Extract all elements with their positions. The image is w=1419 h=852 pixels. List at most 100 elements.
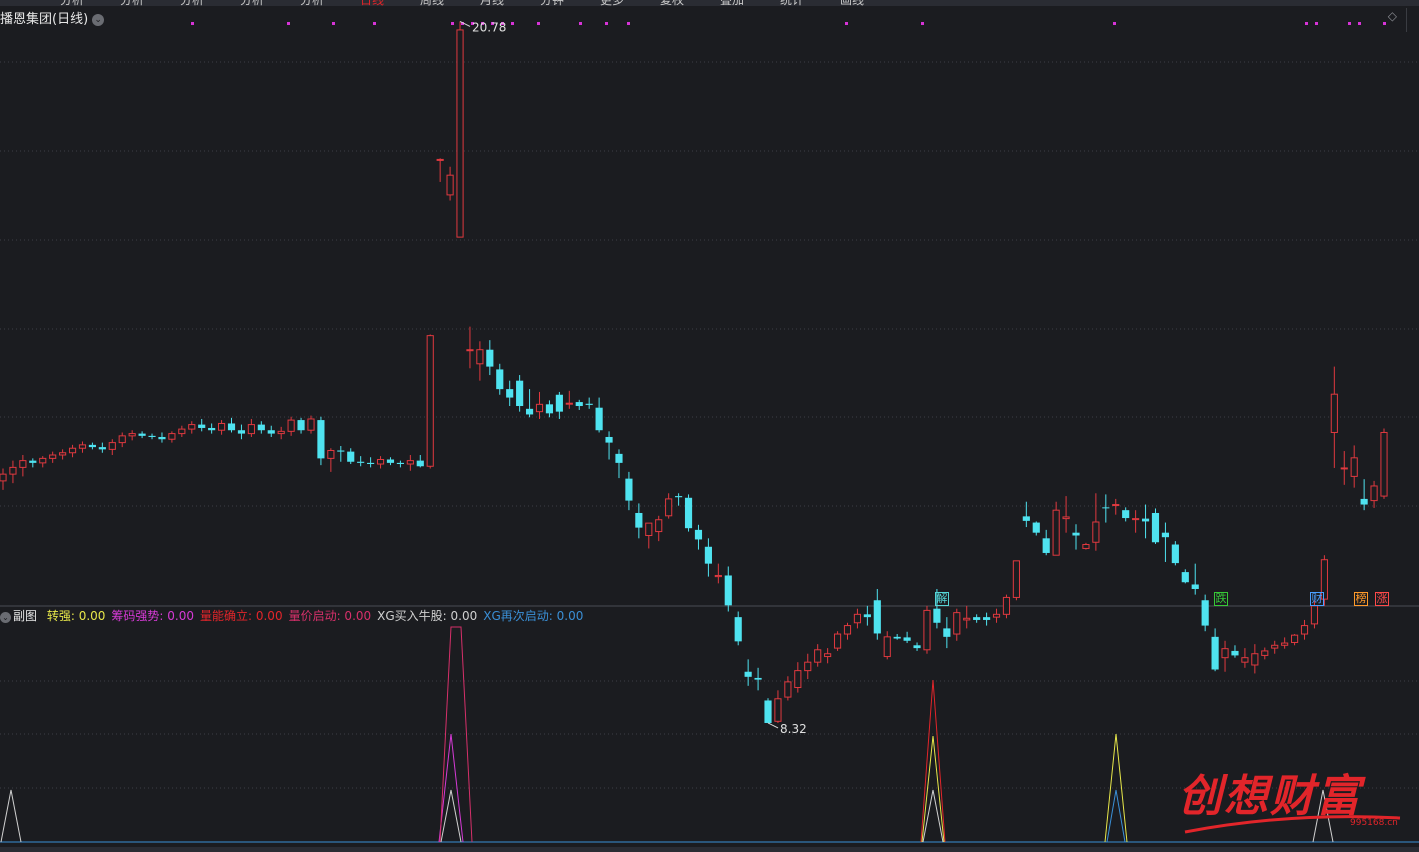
candle-body: [1310, 605, 1319, 625]
candle-body: [59, 452, 67, 456]
event-marker[interactable]: 解: [935, 592, 949, 606]
candle-body: [396, 462, 404, 465]
signal-dot: [627, 22, 630, 25]
event-marker[interactable]: 榜: [1354, 592, 1368, 606]
watermark-url: 995168.cn: [1350, 818, 1398, 828]
candle-body: [227, 423, 236, 431]
candle-body: [118, 435, 126, 444]
candle-body: [1271, 644, 1279, 649]
candle-body: [406, 460, 414, 465]
candle-body: [1281, 642, 1289, 646]
event-marker[interactable]: 涨: [1375, 592, 1389, 606]
indicator-legend-item: 量能确立: 0.00: [200, 609, 283, 623]
candle-body: [863, 614, 871, 618]
candle-body: [1022, 516, 1030, 521]
candle-body: [178, 428, 186, 435]
watermark-logo: 创想财富: [1178, 771, 1362, 822]
candle-body: [555, 394, 563, 412]
candle-body: [208, 427, 216, 431]
candlestick-chart[interactable]: 20.78 8.32: [0, 0, 1419, 852]
candle-body: [367, 462, 375, 465]
event-marker[interactable]: 跌: [1214, 592, 1228, 606]
signal-dot: [332, 22, 335, 25]
signal-dot: [605, 22, 608, 25]
candle-body: [893, 636, 901, 639]
candle-body: [873, 600, 881, 634]
candle-body: [923, 609, 931, 651]
xg-buy-spike: [922, 789, 944, 843]
candle-body: [933, 608, 941, 623]
xg-buy-spike: [0, 789, 22, 843]
signal-dot: [537, 22, 540, 25]
chevron-down-icon[interactable]: ⌄: [0, 612, 11, 623]
candle-body: [456, 29, 464, 238]
candle-body: [1112, 504, 1120, 507]
candle-body: [496, 369, 504, 390]
candle-body: [247, 424, 255, 435]
candle-body: [0, 473, 7, 482]
candle-body: [168, 433, 176, 440]
candle-body: [1181, 572, 1189, 583]
candle-body: [1032, 522, 1040, 533]
candle-body: [565, 402, 573, 405]
candle-body: [784, 681, 792, 698]
candle-body: [446, 174, 454, 196]
candle-body: [1241, 657, 1249, 663]
candle-body: [1261, 650, 1269, 656]
signal-dot: [1315, 22, 1318, 25]
signal-dot: [191, 22, 194, 25]
subchart-name: 副图: [13, 609, 38, 623]
candle-body: [1221, 648, 1229, 659]
candle-body: [1161, 532, 1170, 538]
candle-body: [1072, 532, 1080, 536]
candle-body: [1082, 544, 1090, 549]
subchart-header: ⌄ 副图 转强: 0.00 筹码强势: 0.00 量能确立: 0.00 量价启动: 0.…: [0, 607, 583, 624]
candle-body: [824, 653, 832, 658]
candle-body: [1191, 584, 1199, 589]
candle-body: [704, 546, 712, 564]
candle-body: [39, 457, 47, 464]
candle-body: [98, 447, 106, 450]
signal-dot: [1113, 22, 1116, 25]
candle-body: [436, 158, 444, 161]
candle-body: [625, 478, 633, 501]
signal-dot: [1383, 22, 1386, 25]
candle-body: [953, 612, 961, 635]
candle-body: [1251, 653, 1259, 666]
candle-body: [1340, 467, 1348, 470]
candle-body: [1092, 521, 1100, 543]
candle-body: [68, 447, 77, 454]
indicator-legend-item: XG再次启动: 0.00: [483, 609, 584, 623]
candle-body: [913, 645, 921, 649]
candle-body: [257, 424, 265, 431]
candle-body: [963, 617, 971, 621]
candle-body: [386, 459, 395, 463]
candle-body: [267, 430, 275, 434]
candle-body: [376, 459, 385, 465]
candle-body: [138, 433, 146, 436]
candle-body: [188, 424, 196, 430]
signal-dot: [1348, 22, 1351, 25]
candle-body: [744, 671, 752, 677]
candle-body: [1012, 560, 1020, 598]
candle-body: [1151, 512, 1160, 543]
candle-body: [764, 700, 772, 723]
candle-body: [307, 418, 315, 431]
signal-dot: [511, 22, 514, 25]
candle-body: [754, 677, 762, 680]
candle-body: [198, 424, 206, 428]
signal-dot: [579, 22, 582, 25]
candle-body: [545, 404, 554, 414]
low-price-label: 8.32: [780, 722, 807, 736]
candle-body: [675, 496, 683, 498]
indicator-legend-item: XG买入牛股: 0.00: [377, 609, 478, 623]
candle-body: [516, 380, 524, 407]
candle-body: [426, 335, 434, 467]
candle-body: [1350, 457, 1358, 477]
indicator-legend-item: 量价启动: 0.00: [288, 609, 372, 623]
high-price-label: 20.78: [472, 20, 506, 34]
candle-body: [655, 519, 663, 533]
candle-body: [327, 449, 335, 459]
event-marker[interactable]: 财: [1310, 592, 1324, 606]
candle-body: [297, 420, 305, 431]
